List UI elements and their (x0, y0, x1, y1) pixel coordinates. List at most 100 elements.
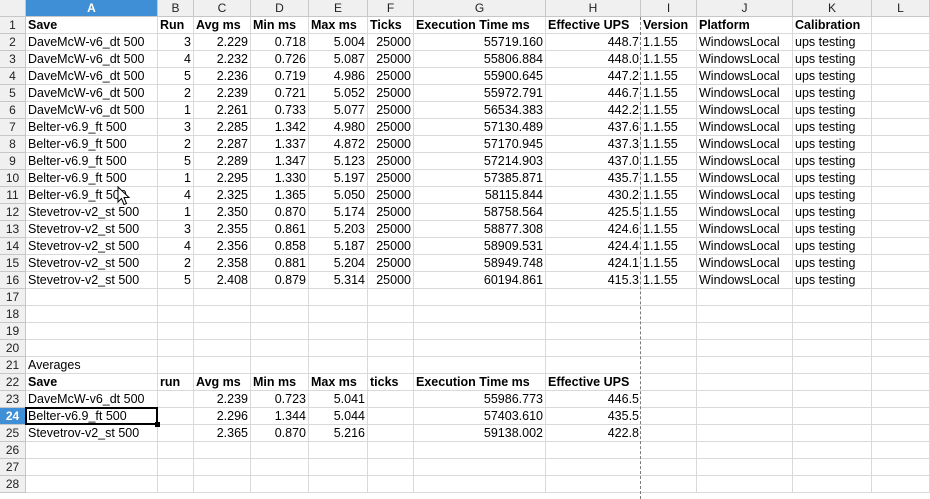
cell-c18[interactable] (194, 306, 251, 323)
cell-b27[interactable] (158, 459, 194, 476)
cell-a27[interactable] (26, 459, 158, 476)
cell-d1[interactable]: Min ms (251, 17, 309, 34)
cell-k20[interactable] (793, 340, 872, 357)
cell-c28[interactable] (194, 476, 251, 493)
cell-h21[interactable] (546, 357, 641, 374)
row-header-23[interactable]: 23 (0, 391, 26, 408)
row-header-22[interactable]: 22 (0, 374, 26, 391)
cell-a4[interactable]: DaveMcW-v6_dt 500 (26, 68, 158, 85)
cell-l1[interactable] (872, 17, 930, 34)
cell-i28[interactable] (641, 476, 697, 493)
cell-i15[interactable]: 1.1.55 (641, 255, 697, 272)
cell-g22[interactable]: Execution Time ms (414, 374, 546, 391)
cell-l7[interactable] (872, 119, 930, 136)
cell-a9[interactable]: Belter-v6.9_ft 500 (26, 153, 158, 170)
cell-c19[interactable] (194, 323, 251, 340)
cell-e10[interactable]: 5.197 (309, 170, 368, 187)
cell-k4[interactable]: ups testing (793, 68, 872, 85)
cell-a22[interactable]: Save (26, 374, 158, 391)
cell-l26[interactable] (872, 442, 930, 459)
cell-g21[interactable] (414, 357, 546, 374)
cell-g20[interactable] (414, 340, 546, 357)
cell-e25[interactable]: 5.216 (309, 425, 368, 442)
cell-i24[interactable] (641, 408, 697, 425)
cell-c24[interactable]: 2.296 (194, 408, 251, 425)
cell-b13[interactable]: 3 (158, 221, 194, 238)
cell-c17[interactable] (194, 289, 251, 306)
cell-e5[interactable]: 5.052 (309, 85, 368, 102)
cell-e2[interactable]: 5.004 (309, 34, 368, 51)
cell-a26[interactable] (26, 442, 158, 459)
column-header-i[interactable]: I (641, 0, 697, 17)
cell-f9[interactable]: 25000 (368, 153, 414, 170)
cell-h24[interactable]: 435.5 (546, 408, 641, 425)
cell-l8[interactable] (872, 136, 930, 153)
column-header-c[interactable]: C (194, 0, 251, 17)
cell-b8[interactable]: 2 (158, 136, 194, 153)
cell-b11[interactable]: 4 (158, 187, 194, 204)
cell-b21[interactable] (158, 357, 194, 374)
cell-f20[interactable] (368, 340, 414, 357)
cell-k3[interactable]: ups testing (793, 51, 872, 68)
cell-d20[interactable] (251, 340, 309, 357)
cell-d4[interactable]: 0.719 (251, 68, 309, 85)
cell-c6[interactable]: 2.261 (194, 102, 251, 119)
cell-h9[interactable]: 437.0 (546, 153, 641, 170)
cell-g16[interactable]: 60194.861 (414, 272, 546, 289)
cell-f16[interactable]: 25000 (368, 272, 414, 289)
cell-h16[interactable]: 415.3 (546, 272, 641, 289)
cell-f19[interactable] (368, 323, 414, 340)
cell-f27[interactable] (368, 459, 414, 476)
cell-i16[interactable]: 1.1.55 (641, 272, 697, 289)
cell-l17[interactable] (872, 289, 930, 306)
cell-l22[interactable] (872, 374, 930, 391)
cell-i13[interactable]: 1.1.55 (641, 221, 697, 238)
cell-k24[interactable] (793, 408, 872, 425)
cell-i7[interactable]: 1.1.55 (641, 119, 697, 136)
row-header-8[interactable]: 8 (0, 136, 26, 153)
cell-a17[interactable] (26, 289, 158, 306)
cell-e20[interactable] (309, 340, 368, 357)
cell-l13[interactable] (872, 221, 930, 238)
cell-e4[interactable]: 4.986 (309, 68, 368, 85)
cell-h25[interactable]: 422.8 (546, 425, 641, 442)
cell-b16[interactable]: 5 (158, 272, 194, 289)
cell-g27[interactable] (414, 459, 546, 476)
cell-h4[interactable]: 447.2 (546, 68, 641, 85)
cell-d11[interactable]: 1.365 (251, 187, 309, 204)
cell-f10[interactable]: 25000 (368, 170, 414, 187)
cell-i22[interactable] (641, 374, 697, 391)
cell-j10[interactable]: WindowsLocal (697, 170, 793, 187)
cell-i4[interactable]: 1.1.55 (641, 68, 697, 85)
cell-l5[interactable] (872, 85, 930, 102)
cell-c22[interactable]: Avg ms (194, 374, 251, 391)
row-header-13[interactable]: 13 (0, 221, 26, 238)
cell-i27[interactable] (641, 459, 697, 476)
cell-b19[interactable] (158, 323, 194, 340)
row-header-18[interactable]: 18 (0, 306, 26, 323)
column-header-d[interactable]: D (251, 0, 309, 17)
cell-j14[interactable]: WindowsLocal (697, 238, 793, 255)
cell-l2[interactable] (872, 34, 930, 51)
cell-a2[interactable]: DaveMcW-v6_dt 500 (26, 34, 158, 51)
cell-b28[interactable] (158, 476, 194, 493)
cell-k14[interactable]: ups testing (793, 238, 872, 255)
cell-h14[interactable]: 424.4 (546, 238, 641, 255)
cell-j7[interactable]: WindowsLocal (697, 119, 793, 136)
cell-l25[interactable] (872, 425, 930, 442)
cell-b3[interactable]: 4 (158, 51, 194, 68)
cell-i8[interactable]: 1.1.55 (641, 136, 697, 153)
cell-j22[interactable] (697, 374, 793, 391)
cell-g24[interactable]: 57403.610 (414, 408, 546, 425)
cell-a28[interactable] (26, 476, 158, 493)
cell-l21[interactable] (872, 357, 930, 374)
cell-c8[interactable]: 2.287 (194, 136, 251, 153)
cell-d14[interactable]: 0.858 (251, 238, 309, 255)
cell-d22[interactable]: Min ms (251, 374, 309, 391)
select-all-corner[interactable] (0, 0, 26, 17)
cell-j3[interactable]: WindowsLocal (697, 51, 793, 68)
cell-h11[interactable]: 430.2 (546, 187, 641, 204)
column-header-j[interactable]: J (697, 0, 793, 17)
cell-g28[interactable] (414, 476, 546, 493)
cell-h1[interactable]: Effective UPS (546, 17, 641, 34)
